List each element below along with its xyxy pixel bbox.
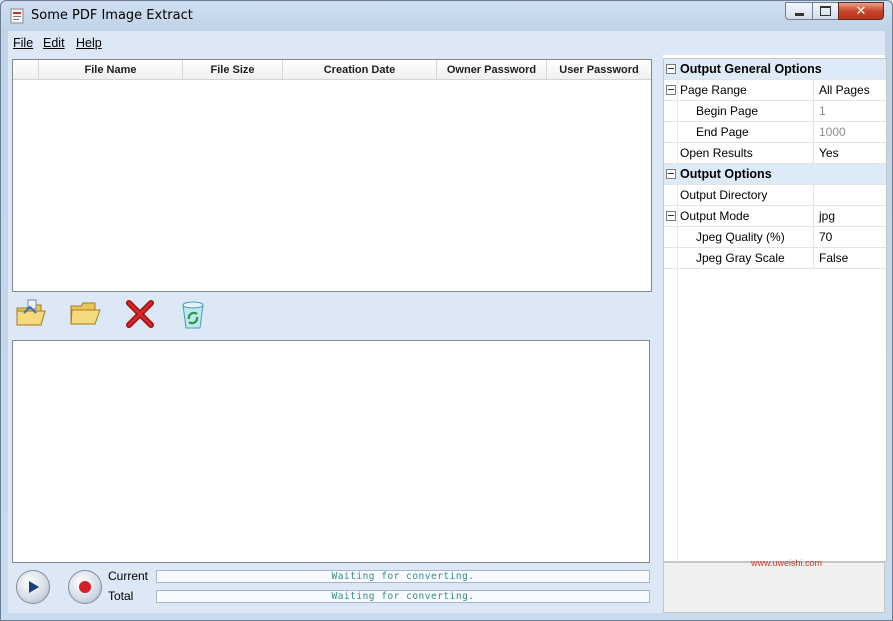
prop-name: Begin Page <box>696 104 759 118</box>
clear-list-button[interactable] <box>176 297 210 331</box>
total-progress-bar: Waiting for converting. <box>156 590 650 603</box>
prop-output-mode[interactable]: Output Mode jpg <box>664 206 886 227</box>
close-icon: ✕ <box>855 3 867 19</box>
prop-value[interactable]: False <box>813 248 887 268</box>
prop-value[interactable]: 1000 <box>813 122 887 142</box>
col-file-name[interactable]: File Name <box>39 60 183 79</box>
app-icon <box>10 8 24 24</box>
property-grid: Output General Options Page Range All Pa… <box>663 58 887 562</box>
collapse-icon[interactable] <box>666 85 676 95</box>
prop-name: Jpeg Quality (%) <box>696 230 785 244</box>
watermark-url: www.uweishi.com <box>751 558 823 568</box>
close-button[interactable]: ✕ <box>838 2 884 20</box>
category-label: Output Options <box>680 167 772 181</box>
prop-name: Output Mode <box>680 209 750 223</box>
play-icon <box>29 581 39 593</box>
category-label: Output General Options <box>680 62 822 76</box>
current-label: Current <box>108 569 149 583</box>
collapse-icon[interactable] <box>666 211 676 221</box>
add-files-button[interactable] <box>14 297 48 331</box>
menu-help-label: Help <box>76 36 102 50</box>
remove-button[interactable] <box>123 297 157 331</box>
current-progress-bar: Waiting for converting. <box>156 570 650 583</box>
progress-area: Current Total Waiting for converting. Wa… <box>8 564 657 613</box>
recycle-bin-icon <box>182 301 204 329</box>
current-status-text: Waiting for converting. <box>331 571 475 582</box>
prop-name: Open Results <box>680 146 753 160</box>
prop-value[interactable]: Yes <box>813 143 887 163</box>
prop-begin-page[interactable]: Begin Page 1 <box>664 101 886 122</box>
col-creation-date[interactable]: Creation Date <box>283 60 437 79</box>
col-owner-password-label: Owner Password <box>446 64 537 76</box>
menu-edit-label: Edit <box>43 36 65 50</box>
total-label: Total <box>108 589 134 603</box>
category-output-general-options[interactable]: Output General Options <box>664 59 886 80</box>
window-title: Some PDF Image Extract <box>31 8 193 23</box>
collapse-icon[interactable] <box>666 169 676 179</box>
menu-help[interactable]: Help <box>76 36 102 50</box>
menu-file-label: File <box>13 36 34 50</box>
client-area: File Edit Help File Name File Size Creat… <box>8 31 887 613</box>
maximize-button[interactable] <box>812 2 839 20</box>
start-button[interactable] <box>16 570 50 604</box>
minimize-icon <box>794 12 804 16</box>
prop-value[interactable]: 70 <box>813 227 887 247</box>
file-list-table[interactable]: File Name File Size Creation Date Owner … <box>12 59 652 292</box>
prop-value[interactable]: jpg <box>813 206 887 226</box>
prop-name: End Page <box>696 125 749 139</box>
property-description-pane <box>663 562 885 613</box>
prop-open-results[interactable]: Open Results Yes <box>664 143 886 164</box>
menu-file[interactable]: File <box>13 36 33 50</box>
col-creation-date-label: Creation Date <box>323 64 396 76</box>
app-window: Some PDF Image Extract ✕ File Edit Help … <box>0 0 893 621</box>
open-folder-button[interactable] <box>68 297 102 331</box>
category-output-options[interactable]: Output Options <box>664 164 886 185</box>
prop-jpeg-quality[interactable]: Jpeg Quality (%) 70 <box>664 227 886 248</box>
prop-jpeg-gray-scale[interactable]: Jpeg Gray Scale False <box>664 248 886 269</box>
col-user-password-label: User Password <box>559 64 639 76</box>
prop-name: Jpeg Gray Scale <box>696 251 785 265</box>
stop-button[interactable] <box>68 570 102 604</box>
file-table-header: File Name File Size Creation Date Owner … <box>13 60 651 80</box>
log-area[interactable] <box>12 340 650 563</box>
folder-open-icon <box>70 302 101 325</box>
col-user-password[interactable]: User Password <box>547 60 651 79</box>
collapse-icon[interactable] <box>666 64 676 74</box>
col-select[interactable] <box>13 60 39 79</box>
total-status-text: Waiting for converting. <box>331 591 475 602</box>
record-stop-icon <box>79 581 91 593</box>
prop-page-range[interactable]: Page Range All Pages <box>664 80 886 101</box>
col-owner-password[interactable]: Owner Password <box>437 60 547 79</box>
col-file-size-label: File Size <box>210 64 255 76</box>
menu-bar: File Edit Help <box>8 31 885 55</box>
prop-end-page[interactable]: End Page 1000 <box>664 122 886 143</box>
prop-value[interactable]: 1 <box>813 101 887 121</box>
maximize-icon <box>820 6 831 16</box>
prop-output-directory[interactable]: Output Directory <box>664 185 886 206</box>
prop-value[interactable]: All Pages <box>813 80 887 100</box>
prop-name: Output Directory <box>680 188 768 202</box>
prop-name: Page Range <box>680 83 747 97</box>
col-file-name-label: File Name <box>84 64 137 76</box>
prop-value[interactable] <box>813 185 887 205</box>
col-file-size[interactable]: File Size <box>183 60 283 79</box>
red-x-icon <box>126 300 154 328</box>
file-toolbar <box>12 293 652 337</box>
minimize-button[interactable] <box>785 2 813 20</box>
title-bar[interactable]: Some PDF Image Extract ✕ <box>1 1 892 31</box>
menu-edit[interactable]: Edit <box>43 36 65 50</box>
folder-add-icon <box>16 299 46 326</box>
